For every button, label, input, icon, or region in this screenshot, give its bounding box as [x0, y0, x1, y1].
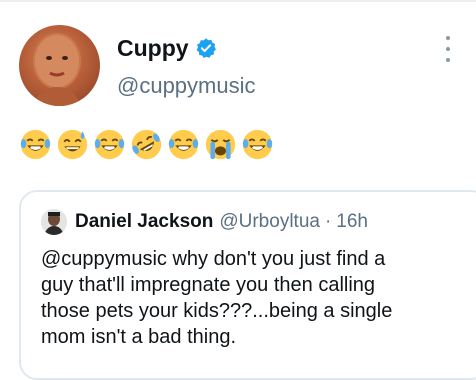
- quoted-author-name[interactable]: Daniel Jackson: [75, 211, 213, 233]
- joy-emoji-icon: [20, 129, 51, 160]
- joy-emoji-icon: [94, 129, 125, 160]
- top-divider: [0, 0, 476, 2]
- joy-emoji-icon: [242, 129, 273, 160]
- verified-badge-icon: [196, 38, 216, 58]
- author-name-row[interactable]: Cuppy: [117, 33, 217, 63]
- author-handle[interactable]: @cuppymusic: [117, 72, 256, 100]
- quoted-author-avatar[interactable]: [41, 209, 67, 235]
- quoted-tweet-header: Daniel Jackson @Urboyltua · 16h: [41, 208, 368, 236]
- more-options-icon[interactable]: [442, 36, 454, 62]
- quoted-tweet-text: @cuppymusic why don't you just find a gu…: [41, 248, 393, 348]
- author-avatar[interactable]: [19, 25, 100, 106]
- sweat-smile-emoji-icon: [57, 129, 88, 160]
- rofl-emoji-icon: [131, 129, 162, 160]
- meta-separator: ·: [324, 211, 332, 232]
- joy-emoji-icon: [168, 129, 199, 160]
- loudly-crying-emoji-icon: [205, 129, 236, 160]
- quoted-tweet-card[interactable]: Daniel Jackson @Urboyltua · 16h @cuppymu…: [19, 190, 476, 380]
- quoted-timestamp[interactable]: 16h: [336, 211, 368, 233]
- tweet-emoji-text: [19, 128, 274, 161]
- quoted-author-handle[interactable]: @Urboyltua: [219, 211, 320, 233]
- author-name[interactable]: Cuppy: [117, 33, 189, 63]
